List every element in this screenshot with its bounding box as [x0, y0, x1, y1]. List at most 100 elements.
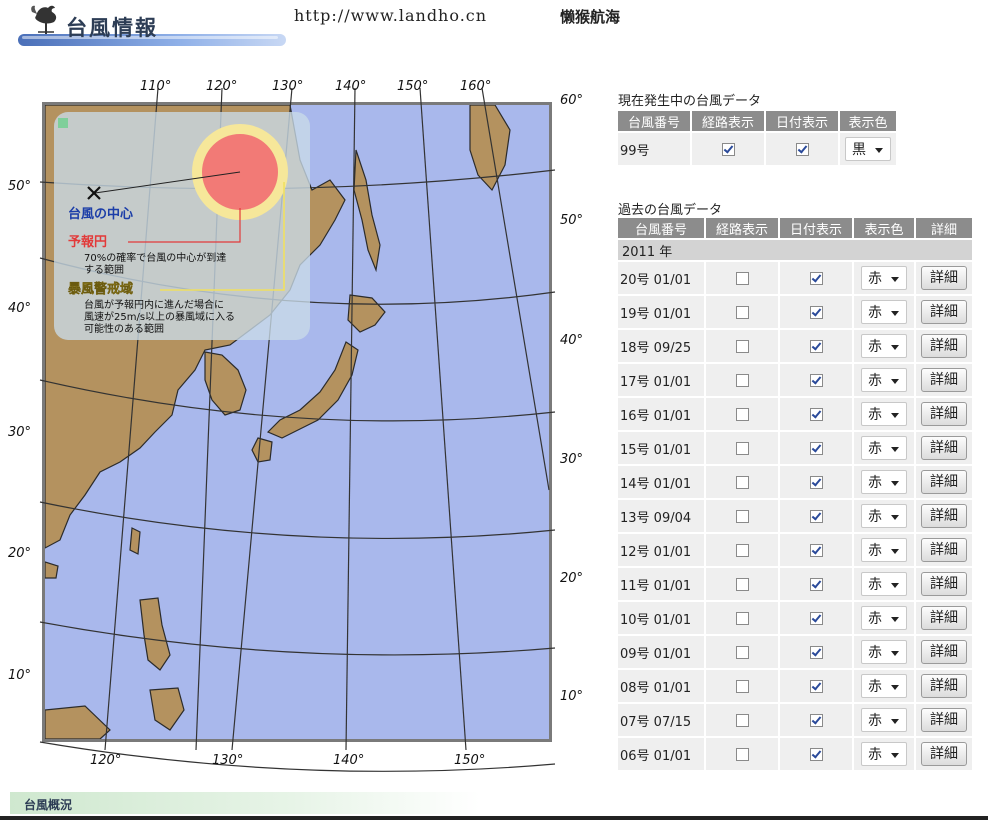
detail-button[interactable]: 詳細: [921, 708, 967, 732]
route-checkbox[interactable]: [735, 373, 749, 387]
detail-button[interactable]: 詳細: [921, 266, 967, 290]
color-select[interactable]: 赤: [861, 334, 907, 358]
route-checkbox[interactable]: [735, 679, 749, 693]
color-select[interactable]: 赤: [861, 742, 907, 766]
color-select[interactable]: 赤: [861, 300, 907, 324]
color-select[interactable]: 赤: [861, 572, 907, 596]
date-cell: [780, 636, 852, 668]
color-select[interactable]: 赤: [861, 606, 907, 630]
color-select[interactable]: 赤: [861, 266, 907, 290]
lon-label-top: 120°: [206, 79, 237, 94]
route-checkbox[interactable]: [735, 611, 749, 625]
typhoon-number: 07号 07/15: [618, 704, 704, 736]
current-typhoon-table: 台風番号 経路表示 日付表示 表示色 99号 黒: [616, 109, 898, 167]
typhoon-row: 13号 09/04 赤詳細: [618, 500, 972, 532]
date-checkbox[interactable]: [809, 543, 823, 557]
col-header-route: 経路表示: [692, 111, 764, 131]
date-checkbox[interactable]: [809, 475, 823, 489]
color-select[interactable]: 黒: [845, 137, 891, 161]
lon-label-bottom: 120°: [90, 753, 121, 768]
date-checkbox[interactable]: [809, 441, 823, 455]
detail-button[interactable]: 詳細: [921, 368, 967, 392]
color-select[interactable]: 赤: [861, 470, 907, 494]
route-cell: [706, 432, 778, 464]
lon-label-bottom: 140°: [333, 753, 364, 768]
route-checkbox[interactable]: [735, 305, 749, 319]
date-checkbox[interactable]: [809, 271, 823, 285]
route-cell: [706, 330, 778, 362]
date-checkbox[interactable]: [809, 577, 823, 591]
date-checkbox[interactable]: [809, 407, 823, 421]
route-checkbox[interactable]: [735, 713, 749, 727]
detail-button[interactable]: 詳細: [921, 470, 967, 494]
color-select[interactable]: 赤: [861, 674, 907, 698]
route-checkbox[interactable]: [735, 577, 749, 591]
date-checkbox[interactable]: [809, 747, 823, 761]
date-checkbox[interactable]: [809, 679, 823, 693]
route-cell: [706, 534, 778, 566]
color-select[interactable]: 赤: [861, 436, 907, 460]
detail-button[interactable]: 詳細: [921, 640, 967, 664]
date-checkbox[interactable]: [809, 713, 823, 727]
route-checkbox[interactable]: [735, 645, 749, 659]
detail-button[interactable]: 詳細: [921, 504, 967, 528]
detail-cell: 詳細: [916, 568, 972, 600]
page-title: 台風情報: [66, 16, 158, 40]
lat-label-right: 60°: [560, 93, 583, 108]
date-checkbox[interactable]: [809, 645, 823, 659]
detail-button[interactable]: 詳細: [921, 742, 967, 766]
lat-label-left: 50°: [8, 179, 31, 194]
color-select[interactable]: 赤: [861, 402, 907, 426]
detail-button[interactable]: 詳細: [921, 436, 967, 460]
detail-button[interactable]: 詳細: [921, 606, 967, 630]
site-url[interactable]: http://www.landho.cn: [294, 6, 487, 25]
detail-button[interactable]: 詳細: [921, 538, 967, 562]
typhoon-number: 06号 01/01: [618, 738, 704, 770]
lon-label-top: 110°: [140, 79, 171, 94]
route-checkbox[interactable]: [735, 271, 749, 285]
detail-button[interactable]: 詳細: [921, 572, 967, 596]
color-cell: 赤: [854, 432, 914, 464]
detail-button[interactable]: 詳細: [921, 674, 967, 698]
date-checkbox[interactable]: [795, 142, 809, 156]
date-checkbox[interactable]: [809, 305, 823, 319]
color-cell: 黒: [840, 133, 896, 165]
lon-label-top: 130°: [272, 79, 303, 94]
color-select[interactable]: 赤: [861, 708, 907, 732]
date-checkbox[interactable]: [809, 509, 823, 523]
typhoon-number: 11号 01/01: [618, 568, 704, 600]
route-checkbox[interactable]: [735, 441, 749, 455]
route-checkbox[interactable]: [735, 475, 749, 489]
col-header-route: 経路表示: [706, 218, 778, 238]
route-checkbox[interactable]: [735, 543, 749, 557]
date-cell: [780, 330, 852, 362]
col-header-number: 台風番号: [618, 218, 704, 238]
color-cell: 赤: [854, 534, 914, 566]
site-name: 懒猴航海: [560, 8, 621, 26]
col-header-date: 日付表示: [766, 111, 838, 131]
color-select[interactable]: 赤: [861, 640, 907, 664]
route-cell: [706, 364, 778, 396]
route-checkbox[interactable]: [735, 509, 749, 523]
date-checkbox[interactable]: [809, 339, 823, 353]
typhoon-row: 14号 01/01 赤詳細: [618, 466, 972, 498]
detail-cell: 詳細: [916, 602, 972, 634]
route-checkbox[interactable]: [721, 142, 735, 156]
legend-forecast-desc: 70%の確率で台風の中心が到達: [84, 251, 226, 264]
detail-button[interactable]: 詳細: [921, 402, 967, 426]
date-cell: [780, 466, 852, 498]
detail-button[interactable]: 詳細: [921, 300, 967, 324]
detail-button[interactable]: 詳細: [921, 334, 967, 358]
date-checkbox[interactable]: [809, 373, 823, 387]
route-checkbox[interactable]: [735, 407, 749, 421]
color-select[interactable]: 赤: [861, 504, 907, 528]
route-checkbox[interactable]: [735, 747, 749, 761]
typhoon-number: 20号 01/01: [618, 262, 704, 294]
color-select[interactable]: 赤: [861, 538, 907, 562]
overview-section-label: 台風概況: [24, 798, 73, 812]
typhoon-map[interactable]: 台風の中心 予報円 70%の確率で台風の中心が到達 する範囲 暴風警戒域 台風が…: [0, 70, 600, 790]
color-select[interactable]: 赤: [861, 368, 907, 392]
typhoon-number: 18号 09/25: [618, 330, 704, 362]
route-checkbox[interactable]: [735, 339, 749, 353]
date-checkbox[interactable]: [809, 611, 823, 625]
